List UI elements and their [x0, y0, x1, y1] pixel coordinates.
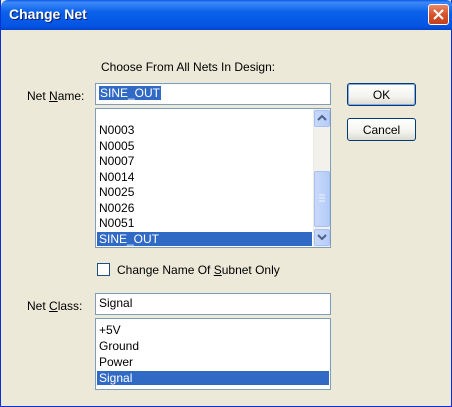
cancel-button[interactable]: Cancel [347, 118, 416, 141]
ok-button[interactable]: OK [347, 83, 416, 106]
scroll-up-button[interactable] [314, 110, 330, 127]
net-class-value: Signal [99, 296, 133, 310]
list-item[interactable]: N0014 [97, 170, 312, 184]
list-item[interactable]: N0051 [97, 216, 312, 230]
list-item[interactable]: N0003 [97, 123, 312, 137]
change-net-dialog: Change Net Choose From All Nets In Desig… [0, 0, 452, 407]
grip-icon [319, 194, 325, 202]
net-class-label: Net Class: [27, 299, 83, 313]
close-icon [433, 9, 444, 20]
net-class-input[interactable]: Signal [95, 293, 331, 315]
list-item[interactable]: N0005 [97, 139, 312, 153]
list-item[interactable]: Ground [97, 339, 329, 353]
title-bar[interactable]: Change Net [1, 0, 452, 30]
list-item[interactable]: N0026 [97, 201, 312, 215]
scroll-thumb[interactable] [314, 171, 330, 227]
scroll-down-button[interactable] [314, 229, 330, 246]
change-subnet-checkbox[interactable] [97, 263, 110, 276]
net-name-label: Net Name: [27, 89, 85, 103]
close-button[interactable] [428, 4, 449, 25]
list-item[interactable]: N0007 [97, 154, 312, 168]
net-name-input[interactable]: SINE_OUT [95, 83, 331, 105]
chevron-up-icon [317, 114, 327, 121]
heading-label: Choose From All Nets In Design: [101, 60, 276, 74]
list-item[interactable]: +5V [97, 323, 329, 337]
change-subnet-label: Change Name Of Subnet Only [117, 263, 280, 277]
list-item[interactable]: Power [97, 355, 329, 369]
window-title: Change Net [9, 6, 87, 22]
list-item[interactable]: N0025 [97, 185, 312, 199]
dialog-body: Choose From All Nets In Design: Net Name… [1, 30, 451, 406]
list-item[interactable]: SINE_OUT [97, 231, 312, 246]
net-list-scrollbar[interactable] [313, 109, 330, 247]
list-item[interactable]: Signal [97, 371, 329, 385]
net-listbox[interactable]: N0003 N0005 N0007 N0014 N0025 N0026 N0051 SINE_… [95, 108, 331, 248]
net-name-value: SINE_OUT [99, 86, 162, 100]
chevron-down-icon [317, 234, 327, 241]
class-listbox[interactable]: +5V Ground Power Signal [95, 318, 331, 390]
